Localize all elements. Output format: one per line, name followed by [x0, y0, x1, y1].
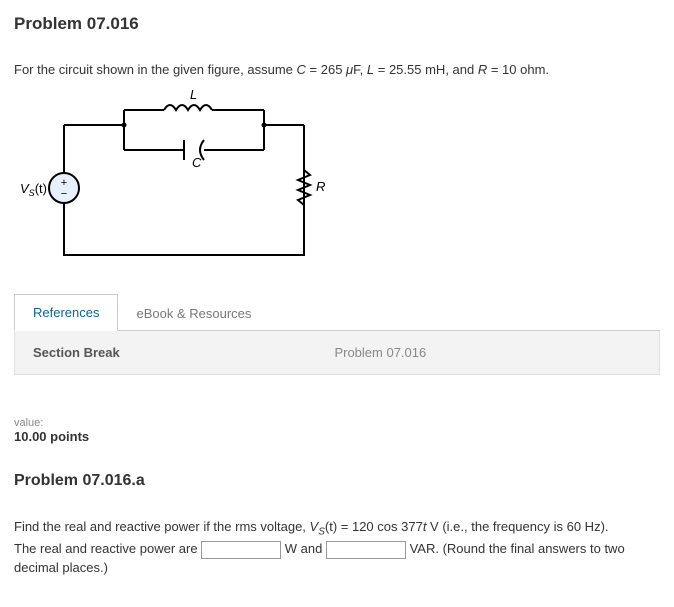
- q1-vs-sub: S: [318, 527, 325, 538]
- label-vs: VS(t): [20, 181, 47, 198]
- circuit-svg: + − L C R VS(t): [14, 85, 334, 275]
- q1-suffix: V (i.e., the frequency is 60 Hz).: [426, 519, 608, 534]
- c-eq: = 265: [306, 62, 346, 77]
- node-dot: [262, 123, 267, 128]
- section-break-center: Problem 07.016: [120, 345, 641, 360]
- problem-intro: For the circuit shown in the given figur…: [14, 62, 660, 77]
- section-break-label: Section Break: [33, 345, 120, 360]
- source-minus: −: [61, 188, 67, 200]
- c-unit: F,: [353, 62, 367, 77]
- var-r: R: [478, 62, 487, 77]
- q1-vs-expr: (t) = 120 cos 377: [325, 519, 423, 534]
- question-line-1: Find the real and reactive power if the …: [14, 518, 660, 540]
- node-dot: [122, 123, 127, 128]
- reactive-power-input[interactable]: [326, 541, 406, 559]
- q2-prefix: The real and reactive power are: [14, 541, 201, 556]
- value-points: 10.00 points: [14, 429, 660, 444]
- r-eq: = 10 ohm.: [487, 62, 549, 77]
- label-r: R: [316, 179, 325, 194]
- q1-prefix: Find the real and reactive power if the …: [14, 519, 310, 534]
- subproblem-title: Problem 07.016.a: [14, 472, 660, 490]
- l-eq: = 25.55 mH, and: [374, 62, 478, 77]
- tab-bar: References eBook & Resources: [14, 293, 660, 331]
- problem-title: Problem 07.016: [14, 14, 660, 34]
- value-label: value:: [14, 417, 660, 429]
- question-line-2: The real and reactive power are W and VA…: [14, 540, 660, 578]
- value-block: value: 10.00 points: [14, 417, 660, 444]
- q1-vs-var: V: [310, 519, 319, 534]
- real-power-input[interactable]: [201, 541, 281, 559]
- w-label: W and: [285, 541, 326, 556]
- circuit-figure: + − L C R VS(t): [14, 85, 660, 275]
- tab-references[interactable]: References: [14, 294, 118, 331]
- label-l: L: [190, 87, 197, 102]
- section-break-bar: Section Break Problem 07.016: [14, 331, 660, 375]
- question-text: Find the real and reactive power if the …: [14, 518, 660, 578]
- tab-ebook-resources[interactable]: eBook & Resources: [118, 296, 269, 331]
- intro-prefix: For the circuit shown in the given figur…: [14, 62, 297, 77]
- var-c: C: [297, 62, 306, 77]
- label-c: C: [192, 155, 202, 170]
